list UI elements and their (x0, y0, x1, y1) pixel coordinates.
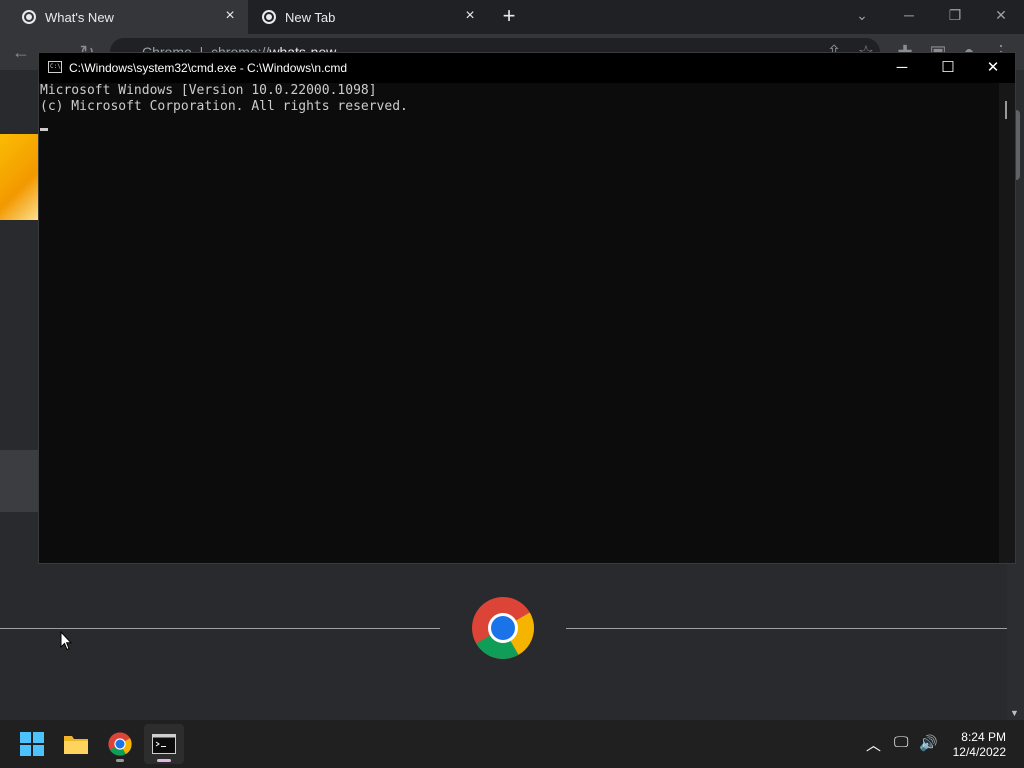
minimize-icon[interactable]: ─ (897, 4, 921, 26)
maximize-icon[interactable]: ☐ (925, 53, 971, 83)
start-button[interactable] (12, 724, 52, 764)
divider-right (566, 628, 1007, 629)
network-icon[interactable]: 🖵 (894, 734, 908, 751)
cmd-scrollbar-thumb[interactable] (1005, 101, 1007, 119)
close-tab-icon[interactable]: × (222, 8, 238, 24)
chrome-favicon-icon (262, 10, 276, 24)
volume-icon[interactable]: 🔊 (919, 734, 938, 752)
chrome-favicon-icon (22, 10, 36, 24)
console-line: Microsoft Windows [Version 10.0.22000.10… (40, 83, 377, 98)
close-icon[interactable]: ✕ (970, 53, 1016, 83)
clock-time: 8:24 PM (961, 730, 1006, 744)
restore-icon[interactable]: ❐ (943, 4, 967, 26)
close-window-icon[interactable]: ✕ (989, 4, 1013, 26)
running-indicator (116, 759, 124, 762)
browser-tab-strip: What's New × New Tab × + ⌄ ─ ❐ ✕ (0, 0, 1024, 34)
content-card (0, 450, 40, 512)
active-indicator (157, 759, 171, 762)
cmd-title-bar[interactable]: C:\ C:\Windows\system32\cmd.exe - C:\Win… (39, 53, 1015, 83)
minimize-icon[interactable]: ─ (879, 53, 925, 83)
cmd-app-icon[interactable]: C:\ (48, 61, 62, 73)
divider-left (0, 628, 440, 629)
whats-new-hero-image (0, 134, 40, 220)
cmd-scrollbar[interactable] (999, 83, 1015, 563)
clock-date: 12/4/2022 (952, 745, 1006, 759)
tab-search-icon[interactable]: ⌄ (850, 4, 874, 26)
show-hidden-icons-icon[interactable]: ︿ (866, 734, 881, 755)
taskbar-clock[interactable]: 8:24 PM 12/4/2022 (953, 730, 1006, 760)
folder-icon (64, 736, 88, 754)
scroll-down-arrow-icon[interactable]: ▼ (1010, 708, 1019, 718)
back-icon[interactable]: ← (10, 41, 32, 63)
file-explorer-button[interactable] (56, 724, 96, 764)
chrome-taskbar-button[interactable] (100, 724, 140, 764)
close-tab-icon[interactable]: × (462, 8, 478, 24)
chrome-icon (108, 732, 132, 756)
command-prompt-taskbar-button[interactable] (144, 724, 184, 764)
tab-title: New Tab (285, 9, 336, 25)
terminal-icon (152, 734, 176, 754)
tab-whats-new[interactable]: What's New × (0, 0, 248, 34)
taskbar: ︿ 🖵 🔊 8:24 PM 12/4/2022 (0, 720, 1024, 768)
cmd-window[interactable]: C:\ C:\Windows\system32\cmd.exe - C:\Win… (38, 52, 1016, 564)
mouse-pointer-icon (60, 631, 72, 651)
plus-icon[interactable]: + (498, 5, 520, 27)
chrome-logo-icon (472, 597, 534, 659)
cmd-console-output[interactable]: Microsoft Windows [Version 10.0.22000.10… (39, 83, 1000, 563)
windows-logo-icon (20, 732, 44, 756)
cmd-window-title: C:\Windows\system32\cmd.exe - C:\Windows… (69, 61, 348, 75)
tab-new-tab[interactable]: New Tab × (240, 0, 488, 34)
tab-title: What's New (45, 9, 114, 25)
console-line: (c) Microsoft Corporation. All rights re… (40, 99, 408, 114)
text-cursor (40, 128, 48, 131)
